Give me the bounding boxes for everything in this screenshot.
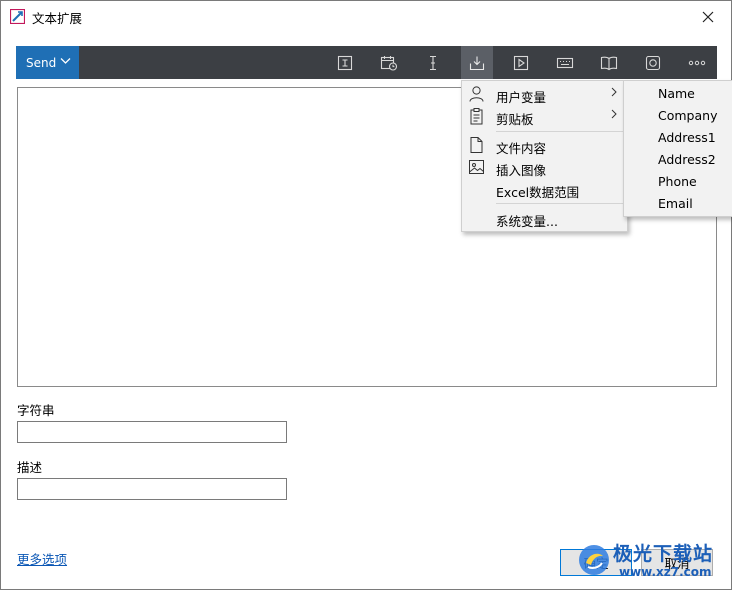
close-button[interactable] bbox=[685, 1, 731, 32]
menu-separator bbox=[496, 203, 624, 204]
menu-item-label: Excel数据范围 bbox=[496, 185, 580, 200]
submenu-item-company[interactable]: Company bbox=[658, 108, 717, 123]
submenu-item-email[interactable]: Email bbox=[658, 196, 693, 211]
snippet-button[interactable] bbox=[637, 46, 669, 79]
date-time-icon bbox=[380, 55, 398, 71]
chevron-right-icon bbox=[611, 87, 617, 97]
insert-field-icon bbox=[337, 55, 353, 70]
more-button[interactable] bbox=[681, 46, 713, 79]
menu-item-label: 剪贴板 bbox=[496, 112, 534, 127]
description-label: 描述 bbox=[17, 460, 43, 475]
submenu-item-address2[interactable]: Address2 bbox=[658, 152, 716, 167]
book-icon bbox=[600, 56, 618, 70]
menu-item-clipboard[interactable]: 剪贴板 bbox=[462, 105, 627, 127]
book-button[interactable] bbox=[593, 46, 625, 79]
menu-item-label: 插入图像 bbox=[496, 163, 547, 178]
dialog-window: 文本扩展 Send 字符串 描述 更多选项 取消 用户变量 剪贴板 文件内容 插… bbox=[0, 0, 732, 590]
string-label: 字符串 bbox=[17, 403, 55, 418]
window-title: 文本扩展 bbox=[32, 11, 83, 26]
menu-item-label: 系统变量... bbox=[496, 214, 558, 229]
insert-button[interactable] bbox=[461, 46, 493, 79]
insert-menu: 用户变量 剪贴板 文件内容 插入图像 Excel数据范围 系统变量... bbox=[461, 80, 628, 232]
keyboard-icon bbox=[556, 57, 574, 68]
image-icon bbox=[469, 160, 484, 174]
string-input[interactable] bbox=[17, 421, 287, 443]
menu-item-system-variables[interactable]: 系统变量... bbox=[462, 207, 627, 229]
clipboard-icon bbox=[470, 108, 483, 125]
close-icon bbox=[702, 11, 714, 22]
editor-toolbar: Send bbox=[16, 46, 717, 79]
menu-item-user-variables[interactable]: 用户变量 bbox=[462, 83, 627, 105]
description-input[interactable] bbox=[17, 478, 287, 500]
submenu-item-phone[interactable]: Phone bbox=[658, 174, 697, 189]
snippet-icon bbox=[645, 55, 661, 70]
menu-item-label: 文件内容 bbox=[496, 141, 547, 156]
send-label: Send bbox=[26, 55, 57, 70]
watermark: 极光下载站 www.xz7.com bbox=[577, 539, 729, 583]
app-logo-icon bbox=[10, 9, 25, 24]
title-bar: 文本扩展 bbox=[1, 1, 731, 33]
insert-icon bbox=[469, 56, 485, 70]
menu-item-excel-range[interactable]: Excel数据范围 bbox=[462, 178, 627, 200]
date-time-button[interactable] bbox=[373, 46, 405, 79]
insert-field-button[interactable] bbox=[329, 46, 361, 79]
submenu-item-address1[interactable]: Address1 bbox=[658, 130, 716, 145]
menu-separator bbox=[496, 131, 624, 132]
text-cursor-icon bbox=[430, 55, 436, 70]
menu-item-file-content[interactable]: 文件内容 bbox=[462, 134, 627, 156]
play-button[interactable] bbox=[505, 46, 537, 79]
play-icon bbox=[513, 55, 529, 70]
user-icon bbox=[469, 86, 484, 102]
chevron-right-icon bbox=[611, 109, 617, 119]
chevron-down-icon bbox=[60, 58, 71, 64]
user-variables-submenu: Name Company Address1 Address2 Phone Ema… bbox=[623, 80, 732, 217]
more-icon bbox=[688, 60, 706, 65]
text-cursor-button[interactable] bbox=[417, 46, 449, 79]
menu-item-insert-image[interactable]: 插入图像 bbox=[462, 156, 627, 178]
watermark-title: 极光下载站 bbox=[613, 543, 714, 565]
send-dropdown-button[interactable]: Send bbox=[16, 46, 79, 79]
watermark-logo-icon bbox=[579, 545, 609, 575]
more-options-link[interactable]: 更多选项 bbox=[17, 549, 67, 568]
menu-item-label: 用户变量 bbox=[496, 90, 547, 105]
submenu-item-name[interactable]: Name bbox=[658, 86, 695, 101]
watermark-url: www.xz7.com bbox=[619, 565, 712, 579]
file-icon bbox=[470, 137, 483, 153]
keyboard-button[interactable] bbox=[549, 46, 581, 79]
